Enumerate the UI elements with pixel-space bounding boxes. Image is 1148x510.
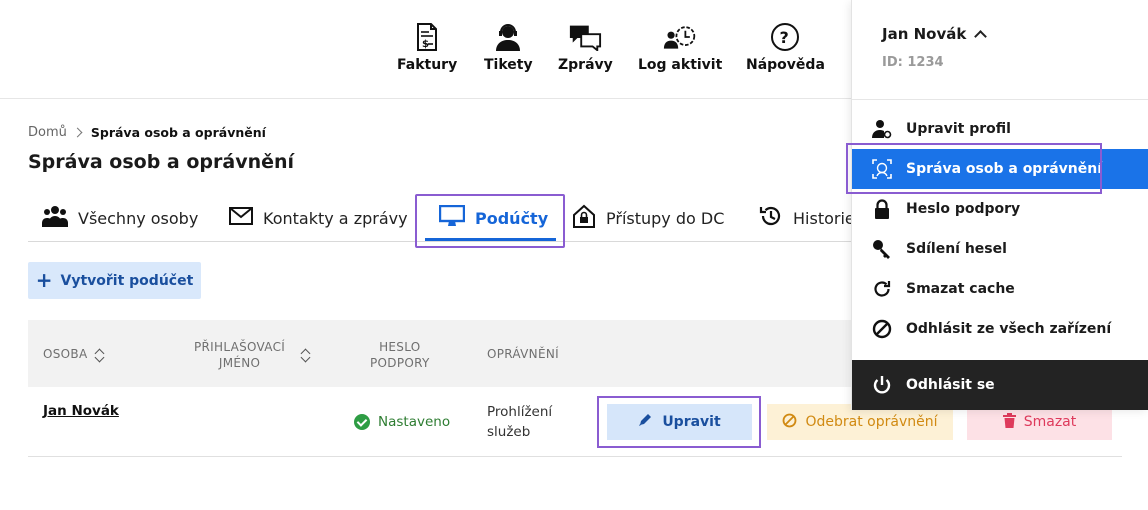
column-label: PŘIHLAŠOVACÍ JMÉNO — [194, 339, 285, 371]
edit-label: Upravit — [662, 414, 721, 430]
menu-item-label: Upravit profil — [906, 121, 1011, 137]
active-tab-indicator — [425, 238, 556, 241]
nav-label: Zprávy — [558, 57, 613, 73]
sort-icon[interactable] — [93, 347, 105, 363]
permission-line: Prohlížení — [487, 404, 553, 420]
key-icon — [872, 239, 892, 259]
menu-item-label: Správa osob a oprávnění — [906, 161, 1103, 177]
revoke-label: Odebrat oprávnění — [805, 414, 938, 430]
create-button-label: Vytvořit podúčet — [60, 272, 194, 289]
breadcrumb-home[interactable]: Domů — [28, 125, 67, 140]
page-title: Správa osob a oprávnění — [28, 151, 295, 173]
support-password-status: Nastaveno — [354, 414, 450, 430]
people-icon — [42, 205, 68, 231]
nav-label: Log aktivit — [638, 57, 723, 73]
nav-label: Nápověda — [746, 57, 825, 73]
check-circle-icon — [354, 414, 370, 430]
activity-log-icon — [663, 22, 697, 52]
sort-icon[interactable] — [299, 347, 311, 363]
create-subaccount-button[interactable]: + Vytvořit podúčet — [28, 262, 201, 299]
column-prihlasovaci-jmeno[interactable]: PŘIHLAŠOVACÍ JMÉNO — [194, 339, 311, 371]
menu-item-sdileni-hesel[interactable]: Sdílení hesel — [852, 229, 1148, 269]
nav-label: Faktury — [397, 57, 458, 73]
person-name-link[interactable]: Jan Novák — [43, 403, 119, 419]
menu-item-heslo-podpory[interactable]: Heslo podpory — [852, 189, 1148, 229]
user-settings-icon — [872, 119, 892, 139]
menu-item-odhlasit-vse[interactable]: Odhlásit ze všech zařízení — [852, 309, 1148, 349]
divider — [852, 99, 1148, 100]
trash-icon — [1002, 412, 1016, 432]
menu-item-label: Smazat cache — [906, 281, 1015, 297]
refresh-icon — [872, 279, 892, 299]
user-name: Jan Novák — [882, 25, 967, 43]
history-icon — [759, 204, 783, 232]
tab-label: Kontakty a zprávy — [263, 208, 408, 228]
menu-item-label: Sdílení hesel — [906, 241, 1007, 257]
column-osoba[interactable]: OSOBA — [43, 346, 105, 363]
lock-icon — [872, 199, 892, 219]
nav-zpravy[interactable]: Zprávy — [558, 22, 613, 73]
column-label-line: PŘIHLAŠOVACÍ — [194, 340, 286, 354]
nav-napoveda[interactable]: ? Nápověda — [746, 22, 825, 73]
tab-label: Historie — [793, 208, 855, 228]
logout-label: Odhlásit se — [906, 377, 995, 393]
tab-historie[interactable]: Historie — [759, 196, 855, 240]
monitor-icon — [438, 204, 466, 231]
envelope-icon — [229, 207, 253, 229]
column-heslo-podpory: HESLO PODPORY — [370, 339, 430, 371]
user-menu-toggle[interactable]: Jan Novák — [882, 25, 988, 43]
tab-vsechny-osoby[interactable]: Všechny osoby — [42, 196, 198, 240]
logout-button[interactable]: Odhlásit se — [852, 360, 1148, 410]
chevron-right-icon — [72, 127, 83, 138]
tab-poducty[interactable]: Podúčty — [438, 196, 549, 240]
help-icon: ? — [768, 22, 802, 52]
delete-label: Smazat — [1023, 414, 1077, 430]
plus-icon: + — [35, 267, 53, 292]
menu-item-label: Odhlásit ze všech zařízení — [906, 321, 1112, 337]
tab-label: Podúčty — [475, 208, 549, 228]
nav-tikety[interactable]: Tikety — [484, 22, 533, 73]
svg-text:$: $ — [422, 39, 429, 50]
breadcrumb-current: Správa osob a oprávnění — [90, 125, 266, 140]
power-icon — [872, 375, 892, 395]
menu-item-sprava-osob[interactable]: Správa osob a oprávnění — [852, 149, 1148, 189]
status-label: Nastaveno — [378, 414, 451, 430]
edit-button[interactable]: Upravit — [607, 404, 752, 440]
chat-bubbles-icon — [568, 22, 602, 52]
column-label-line: HESLO — [379, 340, 421, 354]
column-label: OSOBA — [43, 347, 88, 361]
block-icon — [872, 319, 892, 339]
permission-cell: Prohlížení služeb — [487, 402, 567, 442]
chevron-up-icon — [974, 30, 988, 43]
menu-item-upravit-profil[interactable]: Upravit profil — [852, 109, 1148, 149]
tab-bar: Všechny osoby Kontakty a zprávy Podúčty … — [28, 196, 858, 242]
house-lock-icon — [572, 204, 596, 232]
permission-line: služeb — [487, 424, 531, 440]
tab-label: Všechny osoby — [78, 208, 199, 228]
tab-kontakty-a-zpravy[interactable]: Kontakty a zprávy — [229, 196, 408, 240]
nav-faktury[interactable]: $ Faktury — [397, 22, 457, 73]
column-label-line: JMÉNO — [218, 356, 261, 370]
menu-item-label: Heslo podpory — [906, 201, 1021, 217]
user-menu-panel: Jan Novák ID: 1234 Upravit profil Správa… — [851, 0, 1148, 410]
block-icon — [782, 413, 797, 432]
svg-text:?: ? — [780, 28, 789, 47]
tab-label: Přístupy do DC — [606, 208, 725, 228]
menu-item-smazat-cache[interactable]: Smazat cache — [852, 269, 1148, 309]
user-id: ID: 1234 — [882, 55, 944, 70]
nav-label: Tikety — [484, 57, 533, 73]
nav-log-aktivit[interactable]: Log aktivit — [638, 22, 722, 73]
face-scan-icon — [872, 159, 892, 179]
support-agent-icon — [491, 22, 525, 52]
tab-pristupy-do-dc[interactable]: Přístupy do DC — [572, 196, 724, 240]
column-opravneni: OPRÁVNĚNÍ — [487, 347, 559, 361]
breadcrumb: Domů Správa osob a oprávnění — [28, 125, 266, 140]
invoice-icon: $ — [410, 22, 444, 52]
column-label-line: PODPORY — [370, 356, 430, 370]
pencil-icon — [638, 413, 652, 431]
